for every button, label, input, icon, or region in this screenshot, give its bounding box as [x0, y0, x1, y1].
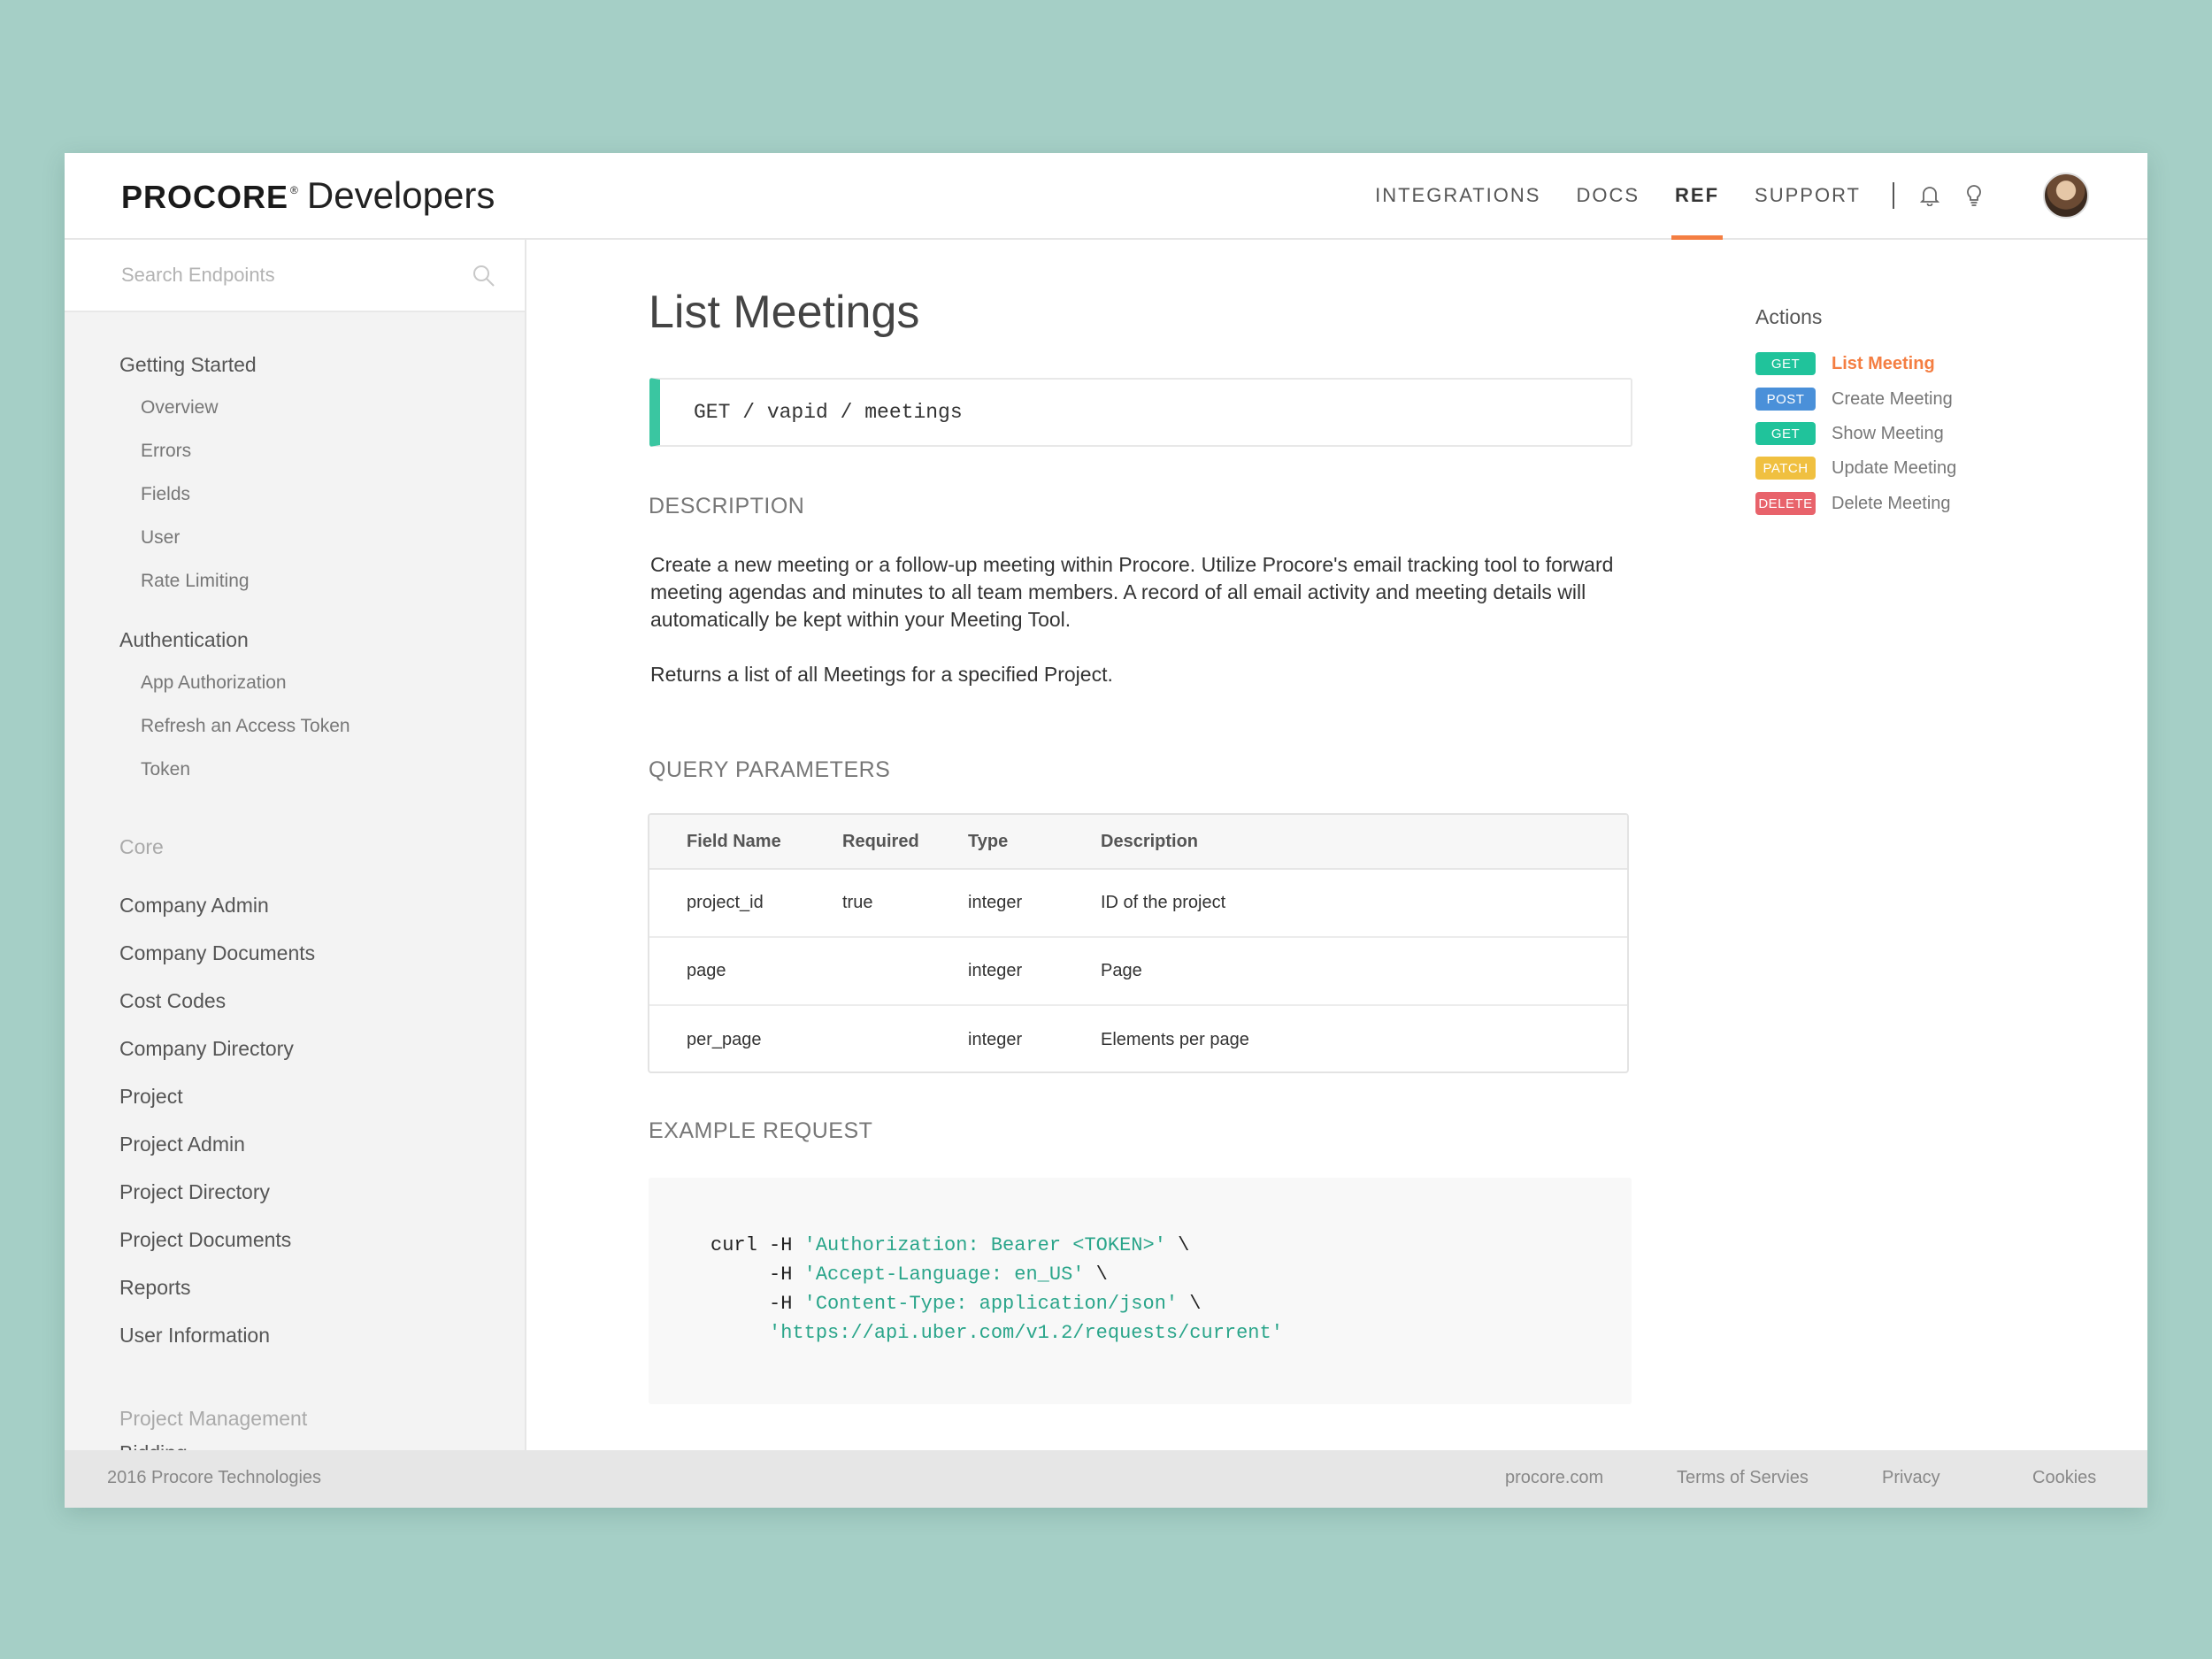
column-header-type: Type: [968, 831, 1009, 851]
sidebar-group-getting-started[interactable]: Getting Started: [119, 353, 257, 377]
code-command: -H: [710, 1293, 804, 1315]
sidebar-item-user-information[interactable]: User Information: [119, 1324, 270, 1348]
column-header-description: Description: [1101, 831, 1199, 851]
table-header: Field Name Required Type Description: [649, 815, 1627, 870]
query-parameters-table: Field Name Required Type Description pro…: [648, 813, 1629, 1073]
nav-docs[interactable]: DOCS: [1576, 153, 1640, 238]
code-continuation: \: [1084, 1263, 1108, 1286]
footer-link-privacy[interactable]: Privacy: [1882, 1468, 1940, 1488]
sidebar: Getting Started Overview Errors Fields U…: [65, 240, 526, 1450]
code-string: 'Content-Type: application/json': [803, 1293, 1179, 1315]
table-cell: Page: [1101, 961, 1142, 980]
sidebar-category-project-management: Project Management: [119, 1407, 308, 1430]
footer-link-procore[interactable]: procore.com: [1505, 1468, 1603, 1488]
sidebar-group-authentication[interactable]: Authentication: [119, 628, 249, 652]
method-badge-post: POST: [1755, 388, 1816, 411]
page-title: List Meetings: [649, 287, 920, 338]
method-badge-get: GET: [1755, 422, 1816, 445]
action-label: Update Meeting: [1832, 457, 1957, 478]
sidebar-item-project-documents[interactable]: Project Documents: [119, 1228, 291, 1252]
actions-title: Actions: [1755, 305, 1823, 328]
action-show-meeting[interactable]: GET Show Meeting: [1755, 421, 1944, 446]
sidebar-item-user[interactable]: User: [141, 527, 180, 549]
nav-integrations[interactable]: INTEGRATIONS: [1375, 153, 1540, 238]
method-badge-patch: PATCH: [1755, 457, 1816, 480]
table-cell: project_id: [687, 893, 764, 912]
column-header-field-name: Field Name: [687, 831, 781, 851]
column-header-required: Required: [842, 831, 919, 851]
query-parameters-heading: QUERY PARAMETERS: [649, 757, 891, 782]
table-cell: true: [842, 893, 873, 912]
table-cell: integer: [968, 1030, 1023, 1049]
logo-brand: PROCORE: [121, 179, 289, 215]
code-string: 'Accept-Language: en_US': [803, 1263, 1085, 1286]
sidebar-item-project-directory[interactable]: Project Directory: [119, 1180, 270, 1204]
sidebar-item-cost-codes[interactable]: Cost Codes: [119, 989, 226, 1013]
sidebar-item-errors[interactable]: Errors: [141, 441, 191, 462]
table-row: per_page integer Elements per page: [649, 1006, 1627, 1071]
method-badge-delete: DELETE: [1755, 492, 1816, 515]
example-request-code: curl -H 'Authorization: Bearer <TOKEN>' …: [649, 1178, 1632, 1404]
table-cell: per_page: [687, 1030, 762, 1049]
action-delete-meeting[interactable]: DELETE Delete Meeting: [1755, 491, 1951, 516]
action-label: Show Meeting: [1832, 423, 1944, 443]
table-cell: Elements per page: [1101, 1030, 1249, 1049]
code-string: 'Authorization: Bearer <TOKEN>': [803, 1234, 1166, 1256]
footer: 2016 Procore Technologies procore.com Te…: [65, 1450, 2147, 1508]
footer-copyright: 2016 Procore Technologies: [107, 1468, 322, 1487]
action-create-meeting[interactable]: POST Create Meeting: [1755, 387, 1953, 411]
method-badge-get: GET: [1755, 352, 1816, 375]
table-cell: integer: [968, 893, 1023, 912]
sidebar-item-company-directory[interactable]: Company Directory: [119, 1037, 294, 1061]
action-list-meeting[interactable]: GET List Meeting: [1755, 351, 1935, 376]
sidebar-item-rate-limiting[interactable]: Rate Limiting: [141, 571, 250, 592]
action-label: Delete Meeting: [1832, 493, 1951, 513]
actions-panel: Actions GET List Meeting POST Create Mee…: [1755, 153, 2092, 684]
sidebar-item-app-authorization[interactable]: App Authorization: [141, 672, 287, 694]
sidebar-item-company-documents[interactable]: Company Documents: [119, 941, 315, 965]
sidebar-item-project-admin[interactable]: Project Admin: [119, 1133, 245, 1156]
action-label: Create Meeting: [1832, 388, 1953, 409]
description-heading: DESCRIPTION: [649, 494, 805, 518]
search-icon[interactable]: [472, 264, 496, 288]
table-row: project_id true integer ID of the projec…: [649, 870, 1627, 938]
sidebar-category-core: Core: [119, 835, 164, 858]
code-command: curl -H: [710, 1234, 804, 1256]
search-bar: [65, 240, 525, 312]
sidebar-item-bidding[interactable]: Bidding: [119, 1441, 188, 1450]
action-label: List Meeting: [1832, 353, 1935, 373]
table-row: page integer Page: [649, 938, 1627, 1006]
procore-logo[interactable]: PROCORE ® Developers: [121, 174, 495, 217]
nav-ref[interactable]: REF: [1671, 153, 1724, 240]
action-update-meeting[interactable]: PATCH Update Meeting: [1755, 456, 1956, 480]
code-continuation: \: [1165, 1234, 1190, 1256]
table-cell: ID of the project: [1101, 893, 1226, 912]
returns-text: Returns a list of all Meetings for a spe…: [650, 663, 1113, 686]
sidebar-item-token[interactable]: Token: [141, 759, 190, 780]
code-url: 'https://api.uber.com/v1.2/requests/curr…: [769, 1322, 1283, 1344]
logo-product-name: Developers: [306, 174, 495, 216]
sidebar-item-fields[interactable]: Fields: [141, 484, 190, 505]
logo-registered-mark: ®: [290, 184, 298, 196]
sidebar-item-refresh-token[interactable]: Refresh an Access Token: [141, 716, 350, 737]
endpoint-box: GET / vapid / meetings: [649, 378, 1632, 447]
example-request-heading: EXAMPLE REQUEST: [649, 1118, 873, 1143]
footer-link-cookies[interactable]: Cookies: [2032, 1468, 2096, 1488]
sidebar-item-company-admin[interactable]: Company Admin: [119, 894, 269, 918]
code-block: curl -H 'Authorization: Bearer <TOKEN>' …: [710, 1231, 1283, 1348]
description-text: Create a new meeting or a follow-up meet…: [650, 553, 1614, 631]
sidebar-item-project[interactable]: Project: [119, 1085, 183, 1109]
table-cell: page: [687, 961, 726, 980]
endpoint-path: GET / vapid / meetings: [694, 401, 963, 424]
footer-link-terms[interactable]: Terms of Servies: [1677, 1468, 1809, 1488]
sidebar-item-overview[interactable]: Overview: [141, 397, 219, 419]
code-command: -H: [710, 1263, 804, 1286]
search-input[interactable]: [121, 256, 457, 295]
table-cell: integer: [968, 961, 1023, 980]
code-continuation: \: [1178, 1293, 1202, 1315]
app-window: PROCORE ® Developers INTEGRATIONS DOCS R…: [65, 153, 2147, 1508]
sidebar-item-reports[interactable]: Reports: [119, 1276, 191, 1300]
